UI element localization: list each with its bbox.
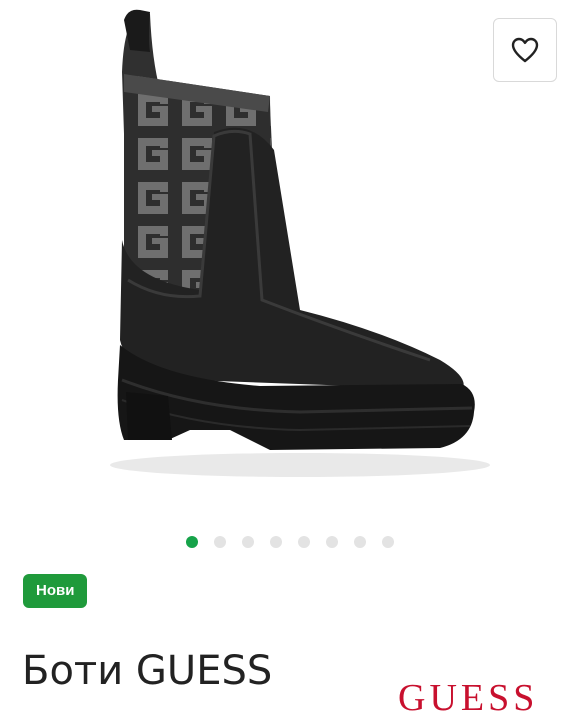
carousel-dot[interactable] bbox=[242, 536, 254, 548]
product-gallery[interactable] bbox=[0, 0, 582, 530]
carousel-dot[interactable] bbox=[270, 536, 282, 548]
carousel-dot[interactable] bbox=[382, 536, 394, 548]
carousel-dot[interactable] bbox=[326, 536, 338, 548]
carousel-dot[interactable] bbox=[214, 536, 226, 548]
new-badge: Нови bbox=[23, 574, 88, 608]
favorite-button[interactable] bbox=[493, 18, 557, 82]
heart-outline-icon bbox=[511, 37, 539, 63]
carousel-dot[interactable] bbox=[354, 536, 366, 548]
carousel-indicators bbox=[186, 536, 394, 548]
product-title: Боти GUESS bbox=[22, 648, 273, 694]
carousel-dot[interactable] bbox=[298, 536, 310, 548]
carousel-dot[interactable] bbox=[186, 536, 198, 548]
brand-logo: GUESS bbox=[398, 677, 539, 719]
